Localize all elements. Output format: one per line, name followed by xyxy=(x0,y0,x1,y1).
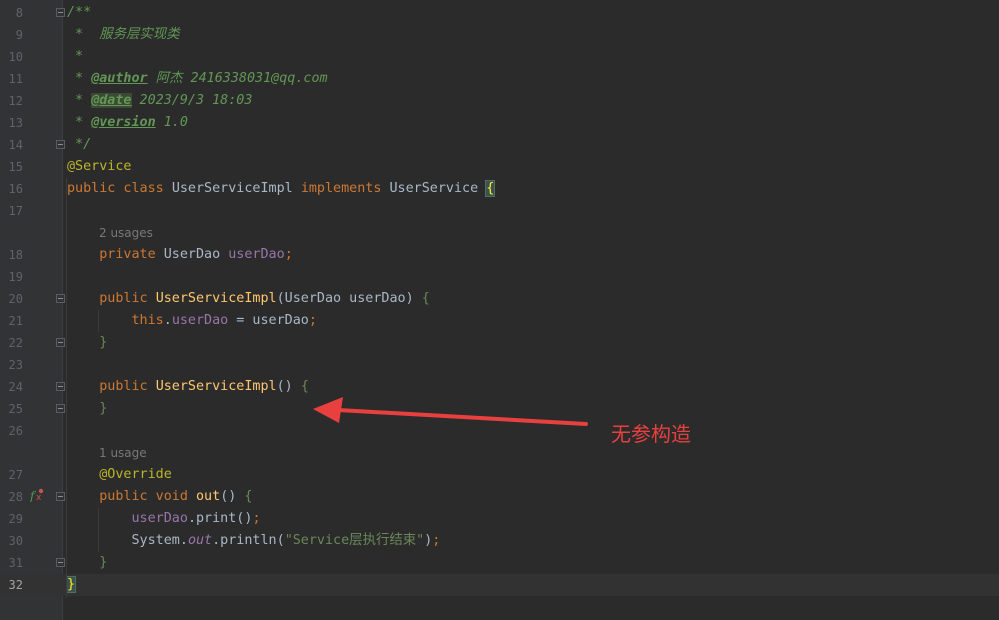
code-editor[interactable]: 8/** 9 * 服务层实现类 10 * 11 * @author 阿杰 241633… xyxy=(0,0,999,620)
annotation-label: 无参构造 xyxy=(611,422,691,446)
red-arrow-icon xyxy=(313,397,588,426)
